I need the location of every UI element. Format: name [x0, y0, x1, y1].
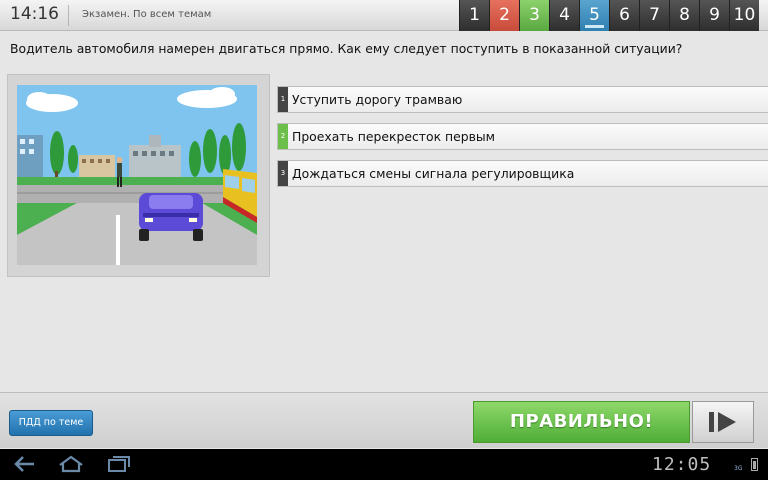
answer-number-2: 2	[278, 124, 288, 149]
question-tab-9[interactable]: 9	[699, 0, 729, 31]
result-banner: ПРАВИЛЬНО!	[473, 401, 690, 443]
section-title: Экзамен. По всем темам	[82, 9, 212, 20]
question-tab-3[interactable]: 3	[519, 0, 549, 31]
question-tab-4[interactable]: 4	[549, 0, 579, 31]
system-clock: 12:05	[652, 454, 712, 475]
answer-text-3: Дождаться смены сигнала регулировщика	[292, 166, 575, 181]
home-icon[interactable]	[58, 455, 84, 473]
answer-text-2: Проехать перекресток первым	[292, 129, 496, 144]
answer-option-2[interactable]: 2 Проехать перекресток первым	[277, 123, 768, 150]
bottom-bar: ПДД по теме ПРАВИЛЬНО!	[0, 392, 768, 448]
exam-timer: 14:16	[10, 4, 59, 24]
answer-text-1: Уступить дорогу трамваю	[292, 92, 463, 107]
next-arrow-icon	[709, 412, 736, 432]
question-text: Водитель автомобиля намерен двигаться пр…	[10, 41, 683, 56]
answer-number-3: 3	[278, 161, 288, 186]
signal-indicator: 3G	[734, 465, 743, 472]
question-tab-5[interactable]: 5	[579, 0, 609, 31]
question-navigator: 1 2 3 4 5 6 7 8 9 10	[459, 0, 759, 31]
question-tab-6[interactable]: 6	[609, 0, 639, 31]
question-tab-7[interactable]: 7	[639, 0, 669, 31]
question-tab-8[interactable]: 8	[669, 0, 699, 31]
answer-option-1[interactable]: 1 Уступить дорогу трамваю	[277, 86, 768, 113]
battery-icon	[751, 458, 758, 471]
question-tab-10[interactable]: 10	[729, 0, 759, 31]
situation-picture-frame	[7, 74, 270, 277]
answer-option-3[interactable]: 3 Дождаться смены сигнала регулировщика	[277, 160, 768, 187]
system-navigation-bar: 12:05 3G	[0, 449, 768, 480]
back-icon[interactable]	[14, 455, 36, 473]
divider	[68, 5, 69, 26]
traffic-situation-image	[17, 85, 257, 265]
top-bar: 14:16 Экзамен. По всем темам 1 2 3 4 5 6…	[0, 0, 768, 31]
next-question-button[interactable]	[692, 401, 754, 443]
answer-number-1: 1	[278, 87, 288, 112]
recent-apps-icon[interactable]	[107, 455, 131, 473]
rules-by-topic-button[interactable]: ПДД по теме	[9, 410, 93, 436]
question-tab-1[interactable]: 1	[459, 0, 489, 31]
question-tab-2[interactable]: 2	[489, 0, 519, 31]
